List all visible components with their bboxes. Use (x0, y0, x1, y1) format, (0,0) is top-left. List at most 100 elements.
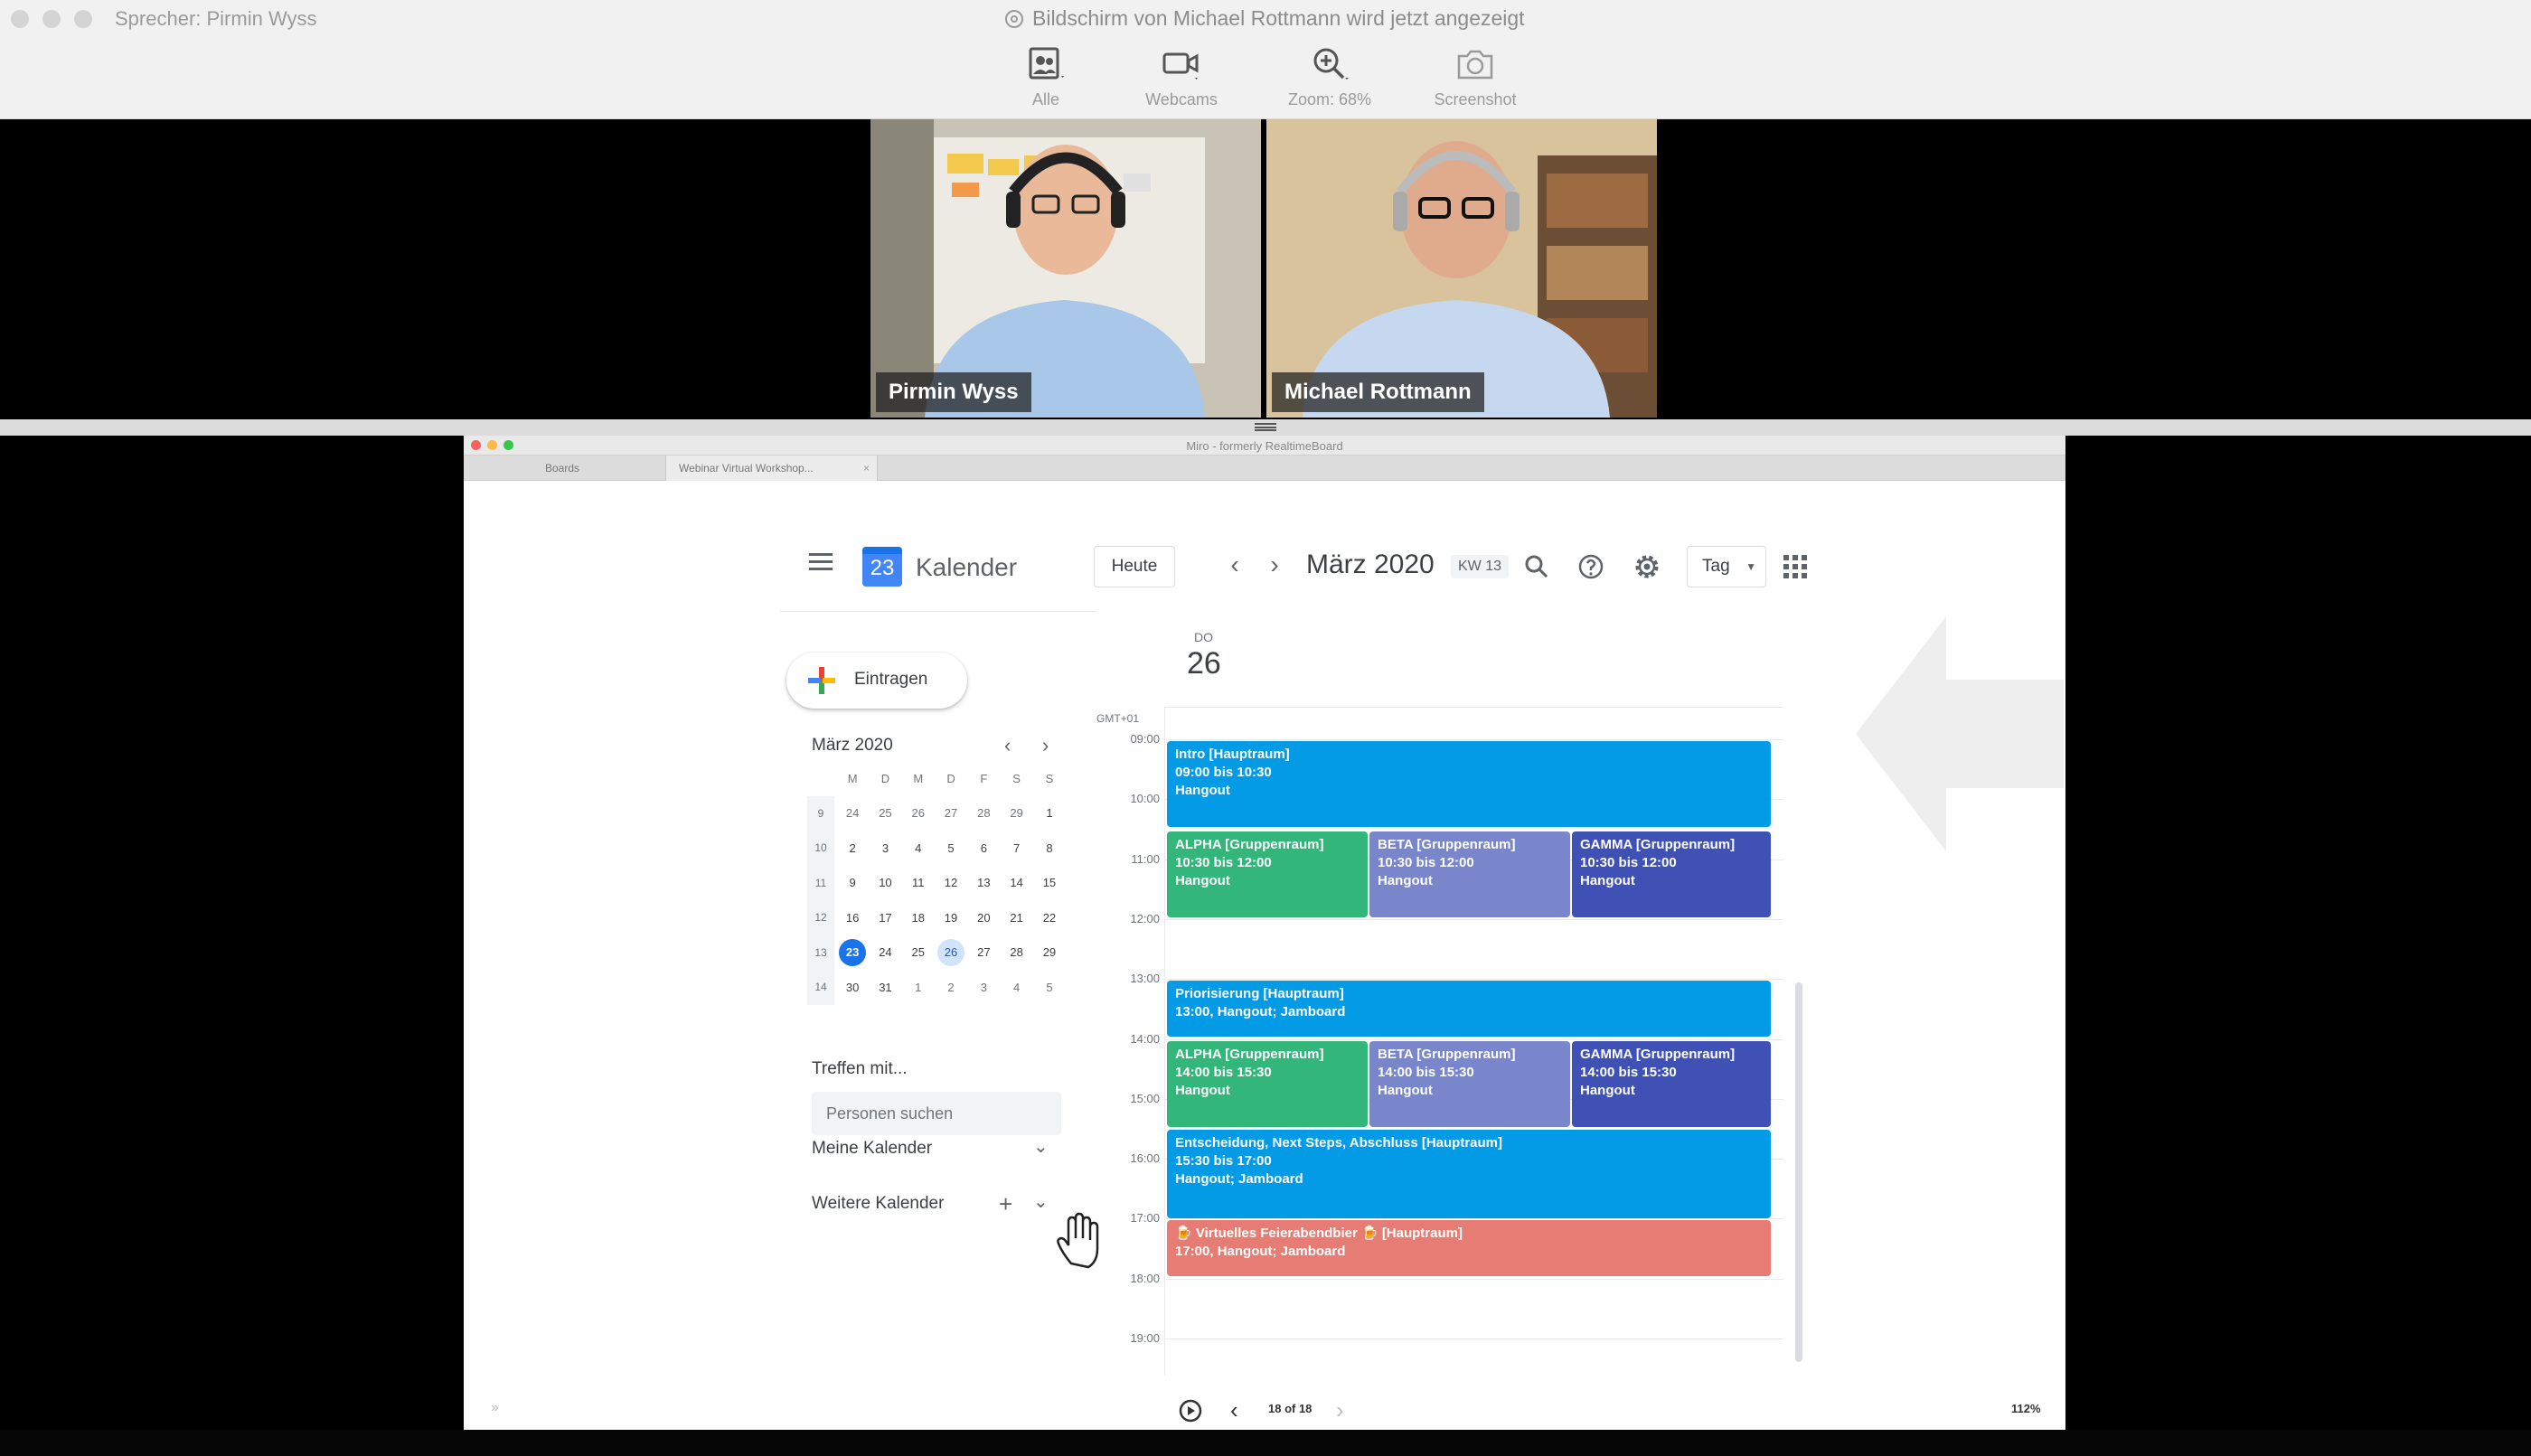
day-cell[interactable]: 5 (1033, 981, 1066, 994)
day-cell[interactable]: 31 (869, 981, 901, 994)
tab-boards[interactable]: Boards (464, 456, 666, 481)
screenshot-button[interactable]: Screenshot (1407, 43, 1543, 109)
webcams-button[interactable]: Webcams (1114, 43, 1249, 109)
day-cell[interactable]: 25 (869, 806, 901, 820)
day-cell[interactable]: 4 (902, 841, 935, 855)
calendar-event[interactable]: Intro [Hauptraum] 09:00 bis 10:30 Hangout (1167, 741, 1771, 827)
week-number[interactable]: 13 (807, 935, 834, 970)
day-cell[interactable]: 22 (1033, 911, 1066, 925)
search-people-input[interactable]: Personen suchen (812, 1092, 1061, 1135)
calendar-event[interactable]: BETA [Gruppenraum] 14:00 bis 15:30 Hangout (1369, 1041, 1570, 1127)
day-cell[interactable]: 24 (869, 945, 901, 959)
maximize-window-button[interactable] (74, 10, 92, 28)
day-cell[interactable]: 8 (1033, 841, 1066, 855)
day-cell-today[interactable]: 23 (836, 938, 869, 966)
calendar-event[interactable]: ALPHA [Gruppenraum] 14:00 bis 15:30 Hangou… (1167, 1041, 1368, 1127)
expand-sidebar-icon[interactable]: » (491, 1400, 499, 1416)
day-cell[interactable]: 26 (902, 806, 935, 820)
day-cell[interactable]: 14 (1000, 876, 1032, 889)
board-zoom-level[interactable]: 112% (2011, 1402, 2041, 1415)
apps-grid-icon[interactable] (1783, 555, 1807, 578)
mini-next-month-button[interactable]: › (1042, 734, 1049, 757)
my-calendars-section[interactable]: Meine Kalender (812, 1139, 932, 1159)
minimize-window-button[interactable] (42, 10, 61, 28)
day-cell[interactable]: 12 (935, 876, 967, 889)
calendar-event[interactable]: Entscheidung, Next Steps, Abschluss [Hau… (1167, 1130, 1771, 1218)
day-cell[interactable]: 11 (902, 876, 935, 889)
day-cell-selected[interactable]: 26 (935, 938, 967, 966)
tab-webinar[interactable]: Webinar Virtual Workshop... × (666, 456, 878, 481)
day-cell[interactable]: 29 (1000, 806, 1032, 820)
day-cell[interactable]: 10 (869, 876, 901, 889)
day-cell[interactable]: 2 (836, 841, 869, 855)
day-cell[interactable]: 24 (836, 806, 869, 820)
main-menu-icon[interactable] (809, 553, 833, 571)
video-tile-michael[interactable]: Michael Rottmann (1266, 119, 1657, 418)
chevron-down-icon[interactable]: ⌄ (1033, 1190, 1049, 1213)
chevron-down-icon[interactable]: ⌄ (1033, 1135, 1049, 1158)
day-view-scrollbar[interactable] (1795, 982, 1802, 1362)
week-number[interactable]: 9 (807, 795, 834, 831)
day-cell[interactable]: 5 (935, 841, 967, 855)
day-cell[interactable]: 3 (967, 981, 1000, 994)
view-all-button[interactable]: Alle (978, 43, 1114, 109)
screenshot-camera-icon (1457, 50, 1493, 80)
calendar-event[interactable]: BETA [Gruppenraum] 10:30 bis 12:00 Hangout (1369, 831, 1570, 917)
next-frame-button[interactable]: › (1336, 1396, 1344, 1424)
calendar-event[interactable]: GAMMA [Gruppenraum] 10:30 bis 12:00 Hangou… (1572, 831, 1771, 917)
view-selector-dropdown[interactable]: Tag ▼ (1687, 546, 1766, 587)
day-cell[interactable]: 1 (1033, 806, 1066, 820)
prev-period-button[interactable]: ‹ (1221, 551, 1248, 578)
calendar-event[interactable]: Priorisierung [Hauptraum] 13:00, Hangout;… (1167, 981, 1771, 1037)
calendar-event[interactable]: ALPHA [Gruppenraum] 10:30 bis 12:00 Hangou… (1167, 831, 1368, 917)
day-cell[interactable]: 6 (967, 841, 1000, 855)
day-cell[interactable]: 27 (935, 806, 967, 820)
day-cell[interactable]: 9 (836, 876, 869, 889)
calendar-event[interactable]: 🍺 Virtuelles Feierabendbier 🍺 [Hauptraum… (1167, 1220, 1771, 1276)
day-cell[interactable]: 1 (902, 981, 935, 994)
week-number[interactable]: 14 (807, 970, 834, 1005)
day-cell[interactable]: 25 (902, 945, 935, 959)
day-cell[interactable]: 17 (869, 911, 901, 925)
today-button[interactable]: Heute (1094, 546, 1175, 587)
day-cell[interactable]: 7 (1000, 841, 1032, 855)
mini-calendar-dow-row: M D M D F S S (807, 761, 1066, 796)
day-cell[interactable]: 28 (1000, 945, 1032, 959)
week-number[interactable]: 11 (807, 865, 834, 900)
help-icon[interactable] (1576, 551, 1606, 582)
close-window-button[interactable] (11, 10, 29, 28)
day-cell[interactable]: 27 (967, 945, 1000, 959)
day-cell[interactable]: 29 (1033, 945, 1066, 959)
week-number[interactable]: 10 (807, 831, 834, 866)
day-cell[interactable]: 3 (869, 841, 901, 855)
hour-label: 12:00 (1130, 911, 1160, 925)
search-icon[interactable] (1521, 551, 1552, 582)
day-cell[interactable]: 16 (836, 911, 869, 925)
zoom-level-button[interactable]: Zoom: 68% (1262, 43, 1397, 109)
prev-frame-button[interactable]: ‹ (1230, 1396, 1238, 1424)
tab-webinar-label: Webinar Virtual Workshop... (679, 462, 814, 474)
calendar-event[interactable]: GAMMA [Gruppenraum] 14:00 bis 15:30 Hangou… (1572, 1041, 1771, 1127)
day-cell[interactable]: 13 (967, 876, 1000, 889)
other-calendars-section[interactable]: Weitere Kalender (812, 1194, 944, 1214)
day-cell[interactable]: 15 (1033, 876, 1066, 889)
day-cell[interactable]: 21 (1000, 911, 1032, 925)
week-number[interactable]: 12 (807, 900, 834, 935)
play-icon[interactable] (1178, 1398, 1203, 1423)
day-cell[interactable]: 30 (836, 981, 869, 994)
mini-prev-month-button[interactable]: ‹ (1004, 734, 1011, 757)
next-period-button[interactable]: › (1261, 551, 1288, 578)
video-tile-pirmin[interactable]: Pirmin Wyss (870, 119, 1261, 418)
day-cell[interactable]: 18 (902, 911, 935, 925)
create-event-button[interactable]: Eintragen (786, 653, 967, 709)
day-cell[interactable]: 2 (935, 981, 967, 994)
day-cell[interactable]: 28 (967, 806, 1000, 820)
add-calendar-icon[interactable]: + (999, 1190, 1012, 1218)
gallery-resize-handle[interactable] (0, 419, 2531, 436)
day-cell[interactable]: 20 (967, 911, 1000, 925)
day-cell[interactable]: 4 (1000, 981, 1032, 994)
day-number-label[interactable]: 26 (1187, 646, 1221, 681)
settings-gear-icon[interactable] (1632, 551, 1662, 582)
day-cell[interactable]: 19 (935, 911, 967, 925)
tab-close-icon[interactable]: × (863, 456, 870, 481)
